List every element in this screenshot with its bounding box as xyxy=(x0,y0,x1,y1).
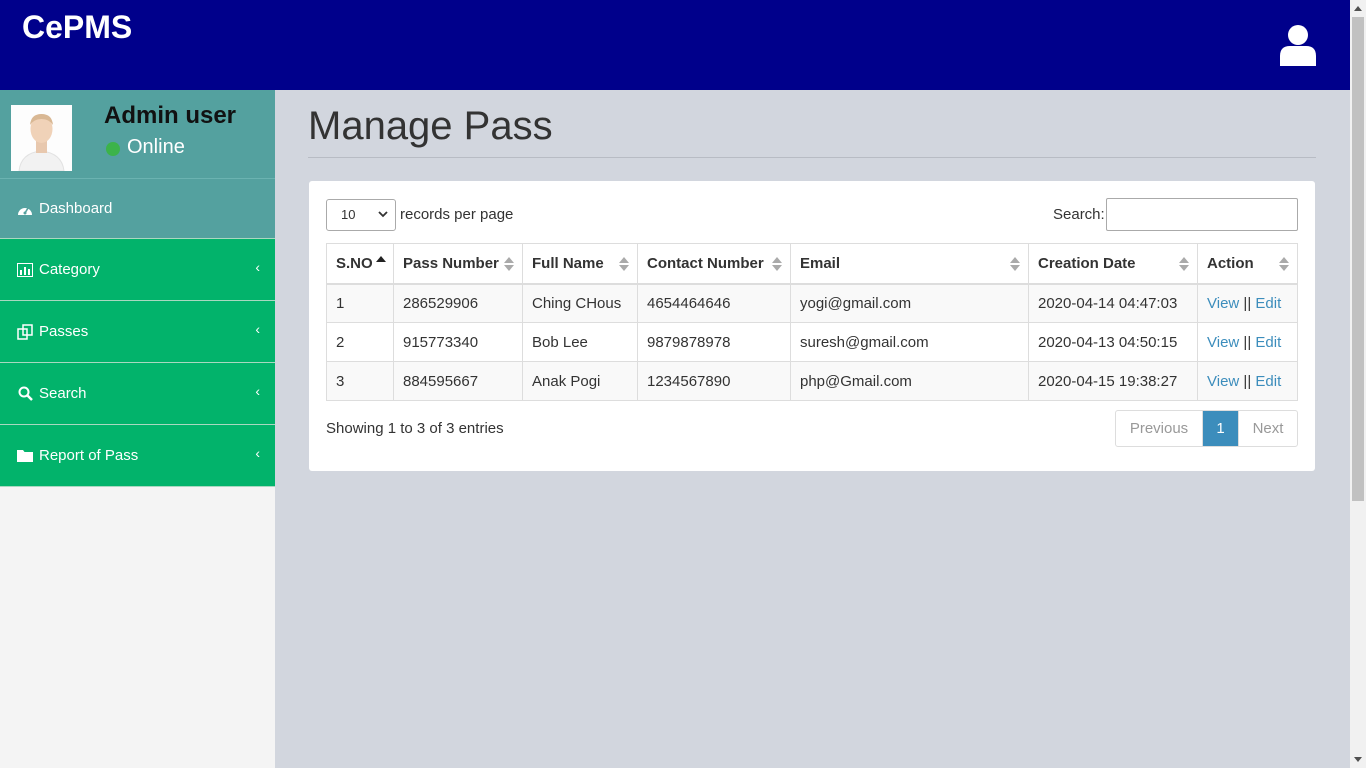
search-label: Search: xyxy=(1053,206,1105,223)
title-divider xyxy=(308,157,1316,158)
column-header-action[interactable]: Action xyxy=(1197,243,1298,285)
cell-full-name: Bob Lee xyxy=(522,322,638,362)
copy-icon xyxy=(17,323,33,340)
cell-creation-date: 2020-04-14 04:47:03 xyxy=(1028,283,1198,323)
sidebar-item-search[interactable]: Search ‹ xyxy=(0,363,275,425)
chevron-left-icon: ‹ xyxy=(255,259,260,275)
action-separator: || xyxy=(1239,372,1256,390)
cell-pass-number: 884595667 xyxy=(393,361,523,401)
records-per-page-value: 10 xyxy=(341,207,356,222)
view-link[interactable]: View xyxy=(1207,334,1239,351)
edit-link[interactable]: Edit xyxy=(1255,295,1281,312)
sort-icon xyxy=(1279,257,1289,271)
avatar xyxy=(11,105,72,171)
chevron-left-icon: ‹ xyxy=(255,445,260,461)
sort-icon xyxy=(619,257,629,271)
folder-icon xyxy=(17,448,33,464)
cell-contact-number: 4654464646 xyxy=(637,283,791,323)
search-icon xyxy=(17,386,33,402)
user-status-text: Online xyxy=(127,136,185,158)
chevron-left-icon: ‹ xyxy=(255,383,260,399)
sidebar-item-dashboard[interactable]: Dashboard xyxy=(0,179,275,239)
brand-logo[interactable]: CePMS xyxy=(22,9,132,46)
column-header-contact-number[interactable]: Contact Number xyxy=(637,243,791,285)
cell-action: View || Edit xyxy=(1197,322,1298,362)
cell-email: php@Gmail.com xyxy=(790,361,1029,401)
column-header-email[interactable]: Email xyxy=(790,243,1029,285)
cell-creation-date: 2020-04-15 19:38:27 xyxy=(1028,361,1198,401)
table-row: 2 915773340 Bob Lee 9879878978 suresh@gm… xyxy=(326,322,1298,362)
user-panel: Admin user Online xyxy=(0,90,275,179)
previous-page-button[interactable]: Previous xyxy=(1116,411,1203,446)
column-header-pass-number[interactable]: Pass Number xyxy=(393,243,523,285)
passes-table: S.NO Pass Number Full Name Contact Numbe… xyxy=(326,243,1298,401)
cell-email: suresh@gmail.com xyxy=(790,322,1029,362)
cell-sno: 3 xyxy=(326,361,394,401)
chevron-left-icon: ‹ xyxy=(255,321,260,337)
dashboard-icon xyxy=(17,201,33,217)
sidebar-item-label: Category xyxy=(39,261,100,278)
cell-sno: 1 xyxy=(326,283,394,323)
sort-asc-icon xyxy=(376,256,386,262)
cell-pass-number: 915773340 xyxy=(393,322,523,362)
table-row: 3 884595667 Anak Pogi 1234567890 php@Gma… xyxy=(326,361,1298,401)
sidebar-item-label: Dashboard xyxy=(39,200,113,217)
view-link[interactable]: View xyxy=(1207,373,1239,390)
page-scrollbar[interactable] xyxy=(1350,0,1366,768)
column-header-full-name[interactable]: Full Name xyxy=(522,243,638,285)
main-content: Manage Pass 10 records per page Search: … xyxy=(275,90,1350,768)
action-separator: || xyxy=(1239,333,1256,351)
top-header: CePMS xyxy=(0,0,1350,90)
sidebar: Admin user Online Dashboard Category ‹ P… xyxy=(0,90,275,768)
table-row: 1 286529906 Ching CHous 4654464646 yogi@… xyxy=(326,283,1298,323)
sidebar-item-label: Search xyxy=(39,385,87,402)
sort-icon xyxy=(1010,257,1020,271)
cell-creation-date: 2020-04-13 04:50:15 xyxy=(1028,322,1198,362)
records-per-page-label: records per page xyxy=(400,206,514,223)
cell-action: View || Edit xyxy=(1197,283,1298,323)
view-link[interactable]: View xyxy=(1207,295,1239,312)
cell-pass-number: 286529906 xyxy=(393,283,523,323)
next-page-button[interactable]: Next xyxy=(1239,411,1297,446)
entries-info: Showing 1 to 3 of 3 entries xyxy=(326,420,504,437)
pagination: Previous 1 Next xyxy=(1115,410,1298,447)
bar-chart-icon xyxy=(17,262,33,278)
sidebar-item-category[interactable]: Category ‹ xyxy=(0,239,275,301)
edit-link[interactable]: Edit xyxy=(1255,373,1281,390)
sidebar-item-label: Report of Pass xyxy=(39,447,139,464)
cell-sno: 2 xyxy=(326,322,394,362)
sidebar-item-passes[interactable]: Passes ‹ xyxy=(0,301,275,363)
cell-full-name: Anak Pogi xyxy=(522,361,638,401)
column-header-creation-date[interactable]: Creation Date xyxy=(1028,243,1198,285)
edit-link[interactable]: Edit xyxy=(1255,334,1281,351)
sort-icon xyxy=(504,257,514,271)
search-input[interactable] xyxy=(1106,198,1298,231)
cell-email: yogi@gmail.com xyxy=(790,283,1029,323)
sort-icon xyxy=(772,257,782,271)
user-name: Admin user xyxy=(104,102,237,129)
chevron-down-icon xyxy=(378,211,388,218)
cell-action: View || Edit xyxy=(1197,361,1298,401)
user-icon[interactable] xyxy=(1278,24,1318,66)
sidebar-item-report-of-pass[interactable]: Report of Pass ‹ xyxy=(0,425,275,487)
action-separator: || xyxy=(1239,294,1256,312)
scroll-down-icon[interactable] xyxy=(1354,757,1362,762)
page-1-button[interactable]: 1 xyxy=(1203,411,1239,446)
online-dot-icon xyxy=(106,142,120,156)
records-per-page-select[interactable]: 10 xyxy=(326,199,396,231)
scrollbar-thumb[interactable] xyxy=(1352,17,1364,501)
page-title: Manage Pass xyxy=(308,104,553,148)
scroll-up-icon[interactable] xyxy=(1354,6,1362,11)
cell-full-name: Ching CHous xyxy=(522,283,638,323)
sidebar-item-label: Passes xyxy=(39,323,89,340)
user-status: Online xyxy=(106,136,185,159)
passes-table-box: 10 records per page Search: S.NO Pass Nu… xyxy=(309,181,1315,471)
cell-contact-number: 1234567890 xyxy=(637,361,791,401)
cell-contact-number: 9879878978 xyxy=(637,322,791,362)
column-header-sno[interactable]: S.NO xyxy=(326,243,394,285)
table-header-row: S.NO Pass Number Full Name Contact Numbe… xyxy=(326,243,1298,285)
sort-icon xyxy=(1179,257,1189,271)
